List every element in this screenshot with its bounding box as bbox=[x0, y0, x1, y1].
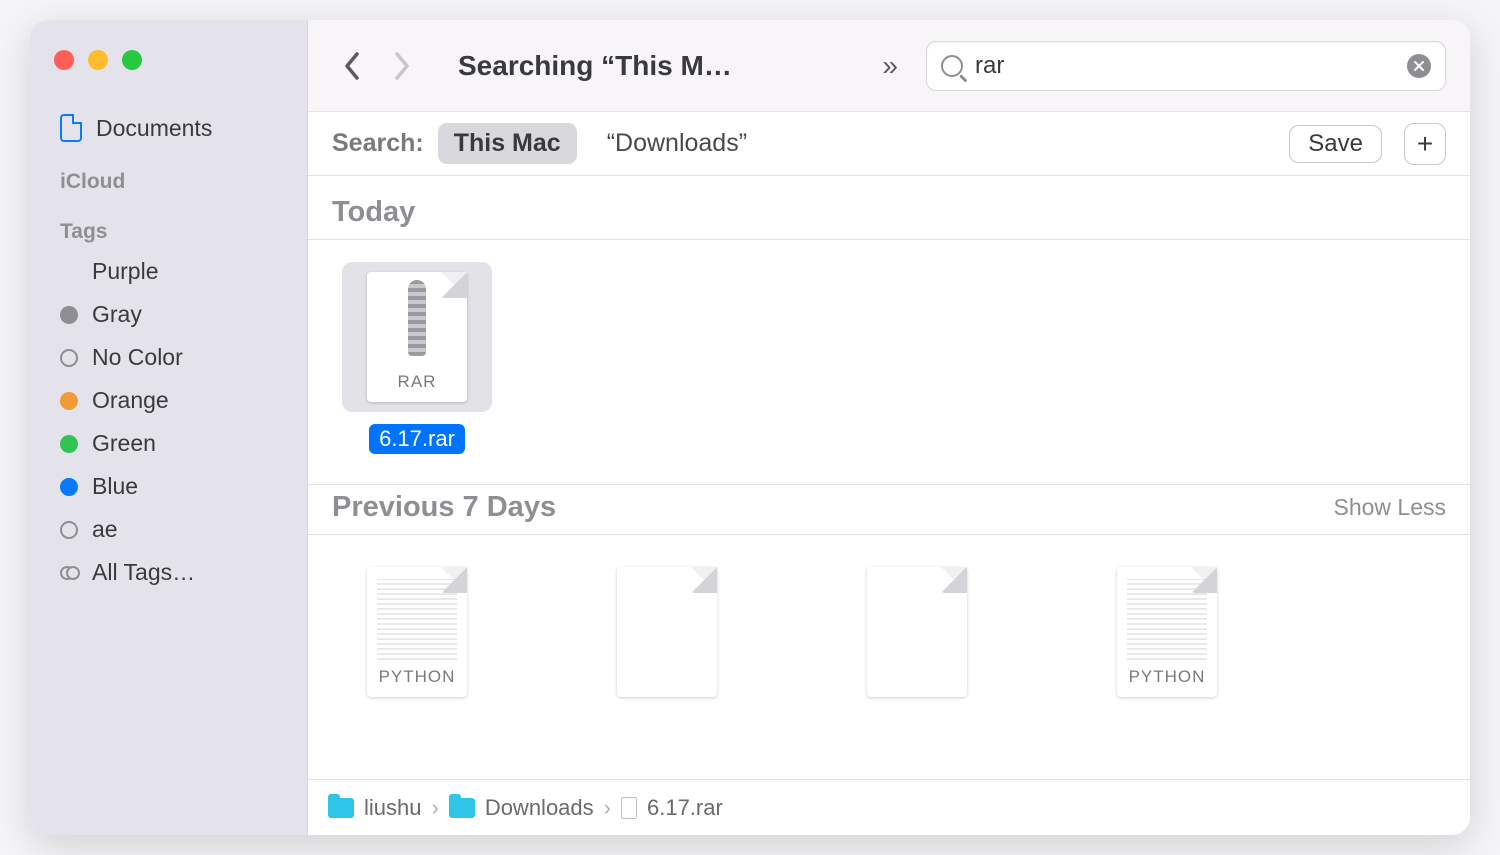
section-title: Today bbox=[332, 196, 415, 229]
file-icon bbox=[592, 557, 742, 707]
all-tags-icon bbox=[60, 564, 78, 582]
sidebar-tag-ae[interactable]: ae bbox=[30, 508, 307, 551]
file-type-label: RAR bbox=[398, 372, 437, 402]
add-criteria-button[interactable]: + bbox=[1404, 123, 1446, 165]
tag-dot-icon bbox=[60, 263, 78, 281]
sidebar-tag-label: Green bbox=[92, 430, 156, 457]
tag-dot-icon bbox=[60, 392, 78, 410]
file-item[interactable]: PYTHON bbox=[342, 557, 492, 707]
finder-window: Documents iCloud Tags Purple Gray No Col… bbox=[30, 20, 1470, 835]
scope-label: Search: bbox=[332, 129, 424, 158]
sidebar-tag-label: Gray bbox=[92, 301, 142, 328]
tag-dot-icon bbox=[60, 435, 78, 453]
chevron-left-icon bbox=[343, 52, 361, 80]
text-lines-icon bbox=[1127, 579, 1207, 663]
sidebar-tag-orange[interactable]: Orange bbox=[30, 379, 307, 422]
file-icon: PYTHON bbox=[342, 557, 492, 707]
tag-dot-icon bbox=[60, 306, 78, 324]
x-icon bbox=[1413, 60, 1425, 72]
file-item[interactable]: RAR 6.17.rar bbox=[342, 262, 492, 454]
file-grid-today: RAR 6.17.rar bbox=[308, 240, 1470, 484]
sidebar-tag-label: No Color bbox=[92, 344, 183, 371]
path-segment[interactable]: liushu bbox=[364, 795, 421, 821]
tag-outline-icon bbox=[60, 349, 78, 367]
document-icon bbox=[60, 114, 82, 142]
toolbar-overflow-button[interactable]: » bbox=[864, 50, 916, 82]
clear-search-button[interactable] bbox=[1407, 54, 1431, 78]
file-icon bbox=[842, 557, 992, 707]
zipper-icon bbox=[408, 280, 426, 356]
results-area: Today RAR 6.17.rar Previous 7 Days bbox=[308, 176, 1470, 779]
file-name[interactable]: 6.17.rar bbox=[369, 424, 465, 454]
traffic-lights bbox=[30, 50, 307, 106]
path-segment[interactable]: 6.17.rar bbox=[647, 795, 723, 821]
sidebar-tag-gray[interactable]: Gray bbox=[30, 293, 307, 336]
file-grid-prev7: PYTHON bbox=[308, 535, 1470, 737]
search-icon bbox=[941, 55, 963, 77]
zoom-window-button[interactable] bbox=[122, 50, 142, 70]
file-type-label: PYTHON bbox=[379, 667, 456, 697]
sidebar-tag-label: ae bbox=[92, 516, 118, 543]
search-field[interactable] bbox=[926, 41, 1446, 91]
back-button[interactable] bbox=[332, 46, 372, 86]
file-item[interactable] bbox=[842, 557, 992, 707]
folder-icon bbox=[449, 798, 475, 818]
section-header-today: Today bbox=[308, 190, 1470, 239]
sidebar-tag-label: Blue bbox=[92, 473, 138, 500]
sidebar-item-documents[interactable]: Documents bbox=[30, 106, 307, 150]
search-input[interactable] bbox=[975, 52, 1395, 80]
sidebar-heading-icloud: iCloud bbox=[30, 150, 307, 200]
path-segment[interactable]: Downloads bbox=[485, 795, 594, 821]
show-less-button[interactable]: Show Less bbox=[1333, 494, 1446, 521]
sidebar-tag-nocolor[interactable]: No Color bbox=[30, 336, 307, 379]
tag-outline-icon bbox=[60, 521, 78, 539]
section-title: Previous 7 Days bbox=[332, 491, 556, 524]
file-item[interactable]: PYTHON bbox=[1092, 557, 1242, 707]
sidebar-tag-blue[interactable]: Blue bbox=[30, 465, 307, 508]
sidebar-tag-label: All Tags… bbox=[92, 559, 195, 586]
scope-downloads[interactable]: “Downloads” bbox=[591, 123, 763, 164]
minimize-window-button[interactable] bbox=[88, 50, 108, 70]
file-item[interactable] bbox=[592, 557, 742, 707]
sidebar-tag-label: Orange bbox=[92, 387, 169, 414]
folder-icon bbox=[328, 798, 354, 818]
path-separator: › bbox=[431, 795, 438, 821]
chevron-right-icon bbox=[393, 52, 411, 80]
sidebar-tag-green[interactable]: Green bbox=[30, 422, 307, 465]
section-header-prev7: Previous 7 Days Show Less bbox=[308, 485, 1470, 534]
file-icon: RAR bbox=[342, 262, 492, 412]
scope-this-mac[interactable]: This Mac bbox=[438, 123, 577, 164]
sidebar-tag-alltags[interactable]: All Tags… bbox=[30, 551, 307, 594]
window-title: Searching “This M… bbox=[458, 50, 732, 82]
file-icon bbox=[621, 797, 637, 819]
path-bar: liushu › Downloads › 6.17.rar bbox=[308, 779, 1470, 835]
close-window-button[interactable] bbox=[54, 50, 74, 70]
sidebar: Documents iCloud Tags Purple Gray No Col… bbox=[30, 20, 308, 835]
sidebar-heading-tags: Tags bbox=[30, 200, 307, 250]
text-lines-icon bbox=[377, 579, 457, 663]
sidebar-item-label: Documents bbox=[96, 115, 212, 142]
tag-dot-icon bbox=[60, 478, 78, 496]
file-icon: PYTHON bbox=[1092, 557, 1242, 707]
forward-button[interactable] bbox=[382, 46, 422, 86]
path-separator: › bbox=[604, 795, 611, 821]
sidebar-tag-label: Purple bbox=[92, 258, 158, 285]
sidebar-tag-purple[interactable]: Purple bbox=[30, 250, 307, 293]
scope-bar: Search: This Mac “Downloads” Save + bbox=[308, 112, 1470, 176]
toolbar: Searching “This M… » bbox=[308, 20, 1470, 112]
main-area: Searching “This M… » Search: This Mac “D… bbox=[308, 20, 1470, 835]
file-type-label: PYTHON bbox=[1129, 667, 1206, 697]
save-search-button[interactable]: Save bbox=[1289, 125, 1382, 163]
